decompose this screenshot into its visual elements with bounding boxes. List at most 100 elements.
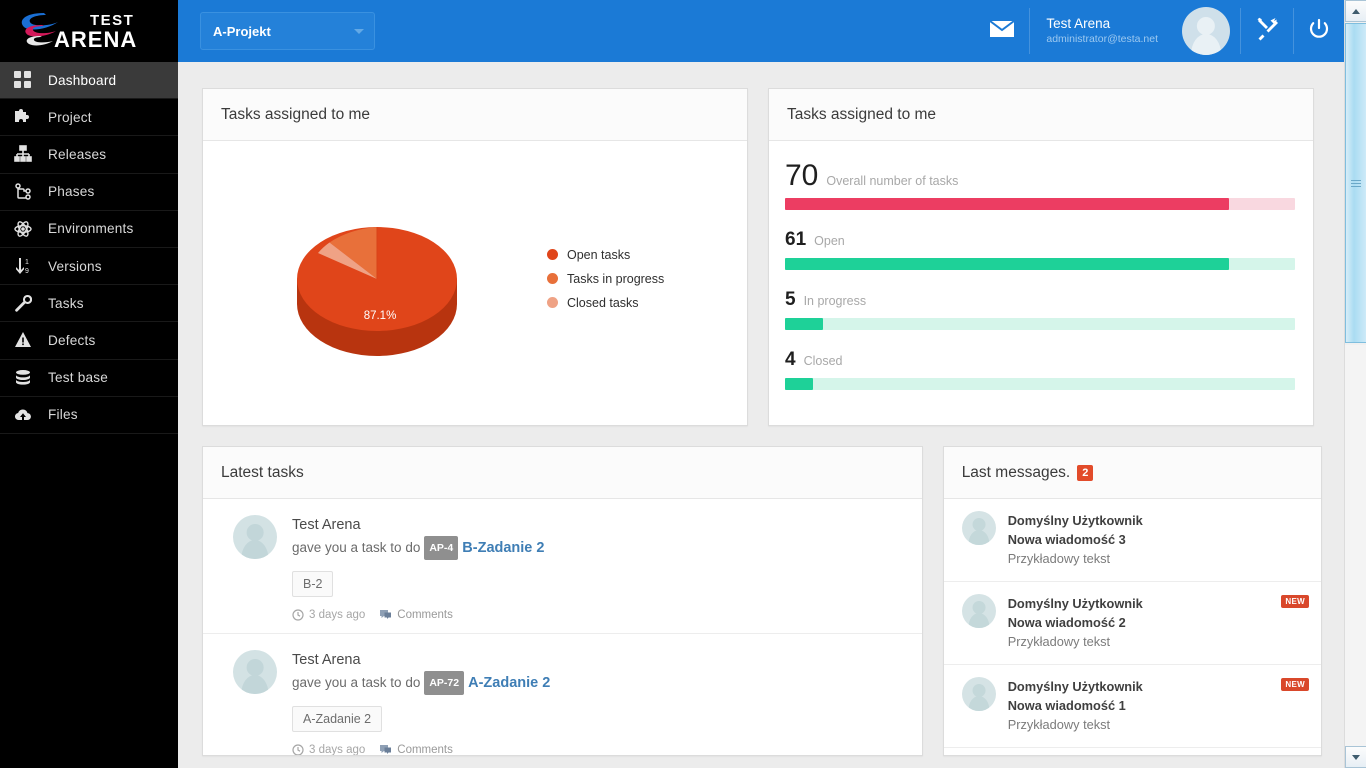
- sidebar-item-files[interactable]: Files: [0, 397, 178, 434]
- scroll-thumb[interactable]: [1345, 23, 1366, 343]
- scroll-track[interactable]: [1345, 345, 1366, 746]
- legend-color-swatch: [547, 297, 558, 308]
- progress-block-in-progress: 5 In progress: [785, 289, 1295, 330]
- task-action-line: gave you a task to do AP-4 B-Zadanie 2: [292, 536, 904, 560]
- legend-color-swatch: [547, 273, 558, 284]
- message-content: Domyślny Użytkownik Nowa wiadomość 1 Prz…: [1008, 677, 1143, 735]
- sidebar-item-defects[interactable]: Defects: [0, 322, 178, 360]
- task-action-text: gave you a task to do: [292, 540, 421, 555]
- sidebar-item-releases[interactable]: Releases: [0, 136, 178, 174]
- task-comments-link[interactable]: Comments: [397, 744, 453, 755]
- sidebar-item-label: Releases: [48, 146, 107, 162]
- legend-color-swatch: [547, 249, 558, 260]
- logout-button[interactable]: [1294, 0, 1344, 62]
- message-content: Domyślny Użytkownik Nowa wiadomość 3 Prz…: [1008, 511, 1143, 569]
- progress-bar-fill: [785, 258, 1229, 270]
- progress-label: Open: [814, 234, 845, 248]
- progress-header: 5 In progress: [785, 289, 1295, 311]
- warning-icon: [14, 329, 40, 351]
- message-content: Domyślny Użytkownik Nowa wiadomość 2 Prz…: [1008, 594, 1143, 652]
- top-header-bar: A-Projekt Test Arena administrator@testa…: [178, 0, 1344, 62]
- progress-header: 4 Closed: [785, 349, 1295, 371]
- avatar: [961, 511, 996, 545]
- task-author: Test Arena: [292, 652, 361, 668]
- tasks-pie-card: Tasks assigned to me 87.1% Open tasks Ta…: [202, 88, 748, 426]
- sidebar-item-versions[interactable]: 19 Versions: [0, 248, 178, 286]
- new-badge: NEW: [1281, 678, 1309, 691]
- user-email: administrator@testa.net: [1046, 33, 1158, 45]
- task-content: Test Arena gave you a task to do AP-72 A-Z…: [292, 650, 904, 755]
- scroll-down-arrow-icon: [1352, 754, 1360, 760]
- tasks-progress-card: Tasks assigned to me 70 Overall number o…: [768, 88, 1314, 426]
- task-title-link[interactable]: A-Zadanie 2: [468, 675, 550, 691]
- app-logo[interactable]: TEST ARENA: [0, 0, 178, 62]
- pie-legend: Open tasks Tasks in progress Closed task…: [547, 248, 664, 320]
- progress-bar-track: [785, 258, 1295, 270]
- cloud-upload-icon: [14, 404, 40, 426]
- legend-item[interactable]: Closed tasks: [547, 296, 664, 310]
- message-row[interactable]: Domyślny Użytkownik Nowa wiadomość 2 Prz…: [943, 582, 1321, 665]
- task-key-badge[interactable]: AP-72: [424, 671, 465, 695]
- task-key-badge[interactable]: AP-4: [424, 536, 459, 560]
- task-action-text: gave you a task to do: [292, 675, 421, 690]
- avatar-body: [1191, 34, 1221, 55]
- avatar-body: [241, 540, 269, 559]
- task-comments-link[interactable]: Comments: [397, 609, 453, 621]
- message-preview: Przykładowy tekst: [1007, 551, 1111, 566]
- card-header: Tasks assigned to me: [203, 89, 747, 141]
- task-row[interactable]: Test Arena gave you a task to do AP-72 A-Z…: [203, 634, 922, 755]
- sidebar-item-phases[interactable]: Phases: [0, 174, 178, 211]
- card-title: Tasks assigned to me: [787, 105, 937, 123]
- scroll-down-button[interactable]: [1345, 746, 1366, 768]
- message-row[interactable]: Domyślny Użytkownik Nowa wiadomość 3 Prz…: [943, 499, 1321, 582]
- task-content: Test Arena gave you a task to do AP-4 B-Za…: [292, 515, 904, 621]
- sidebar-item-test-base[interactable]: Test base: [0, 360, 178, 397]
- sidebar-item-label: Tasks: [48, 295, 84, 311]
- project-selector[interactable]: A-Projekt: [200, 12, 375, 50]
- sidebar-item-label: Environments: [48, 221, 134, 237]
- legend-item[interactable]: Tasks in progress: [547, 272, 664, 286]
- window-scrollbar[interactable]: [1344, 0, 1366, 768]
- task-chip[interactable]: A-Zadanie 2: [292, 706, 383, 732]
- progress-block-closed: 4 Closed: [785, 349, 1295, 390]
- legend-label: Closed tasks: [567, 295, 639, 310]
- task-chip[interactable]: B-2: [292, 571, 334, 597]
- avatar-head: [972, 517, 986, 531]
- sidebar-item-environments[interactable]: Environments: [0, 211, 178, 248]
- branch-icon: [14, 181, 40, 203]
- hierarchy-icon: [14, 143, 40, 165]
- user-info[interactable]: Test Arena administrator@testa.net: [1030, 0, 1172, 62]
- dashboard-content: Tasks assigned to me 87.1% Open tasks Ta…: [178, 62, 1344, 768]
- progress-bar-track: [785, 198, 1295, 210]
- sidebar-item-dashboard[interactable]: Dashboard: [0, 62, 178, 100]
- progress-label: Overall number of tasks: [826, 174, 959, 188]
- progress-list: 70 Overall number of tasks 61 Open 5 In …: [769, 141, 1313, 390]
- bottom-cards-row: Latest tasks Test Arena gave you a task …: [202, 446, 1322, 756]
- legend-item[interactable]: Open tasks: [547, 248, 664, 262]
- tools-icon: [1255, 17, 1279, 46]
- progress-header: 70 Overall number of tasks: [785, 161, 1295, 191]
- power-icon: [1308, 18, 1330, 45]
- card-header: Last messages. 2: [943, 447, 1321, 499]
- card-header: Latest tasks: [203, 447, 922, 499]
- atom-icon: [14, 218, 40, 240]
- chevron-down-icon: [354, 28, 364, 34]
- task-row[interactable]: Test Arena gave you a task to do AP-4 B-Za…: [203, 499, 922, 634]
- pie-chart-body: 87.1% Open tasks Tasks in progress Close…: [203, 141, 747, 426]
- progress-block-open: 61 Open: [785, 229, 1295, 270]
- settings-button[interactable]: [1241, 0, 1293, 62]
- task-time: 3 days ago: [309, 609, 366, 621]
- sidebar-item-project[interactable]: Project: [0, 99, 178, 137]
- sidebar-item-tasks[interactable]: Tasks: [0, 285, 178, 323]
- avatar[interactable]: [1182, 7, 1230, 55]
- message-row[interactable]: Domyślny Użytkownik Nowa wiadomość 1 Prz…: [943, 665, 1321, 748]
- messages-button[interactable]: [975, 0, 1029, 62]
- sidebar: TEST ARENA Dashboard Project Releases Ph…: [0, 0, 178, 768]
- pie-chart[interactable]: 87.1%: [207, 199, 547, 369]
- message-row[interactable]: Domyślny Użytkownik: [944, 748, 1321, 755]
- project-selector-value: A-Projekt: [213, 23, 271, 39]
- sidebar-item-label: Phases: [48, 184, 95, 200]
- task-title-link[interactable]: B-Zadanie 2: [462, 540, 544, 556]
- scroll-up-button[interactable]: [1345, 0, 1366, 22]
- svg-text:9: 9: [25, 268, 29, 275]
